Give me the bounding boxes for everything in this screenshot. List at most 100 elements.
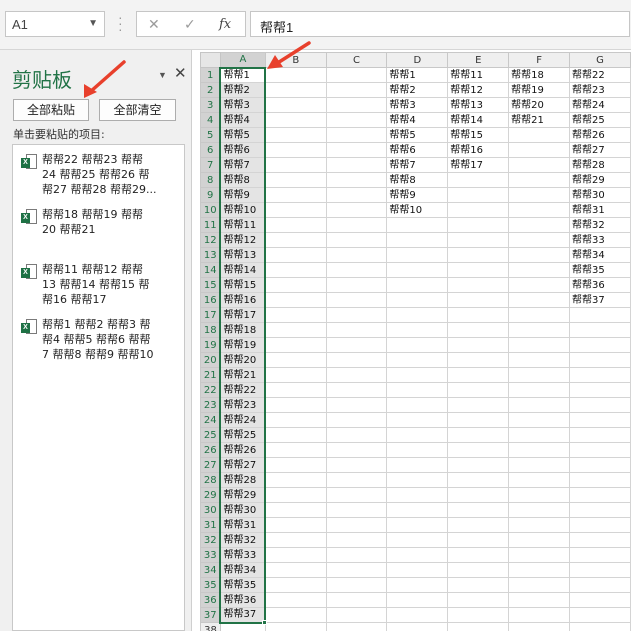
cell-d10[interactable]: 帮帮10 — [386, 202, 449, 218]
cell-c11[interactable] — [325, 217, 388, 233]
cell-g19[interactable] — [569, 337, 631, 353]
row-header[interactable]: 29 — [200, 487, 221, 503]
column-header-g[interactable]: G — [569, 52, 631, 68]
cell-b38[interactable] — [264, 622, 327, 631]
cell-a6[interactable]: 帮帮6 — [219, 142, 267, 158]
cell-g12[interactable]: 帮帮33 — [569, 232, 631, 248]
cell-e16[interactable] — [447, 292, 510, 308]
cell-b26[interactable] — [264, 442, 327, 458]
cell-b27[interactable] — [264, 457, 327, 473]
cell-a15[interactable]: 帮帮15 — [219, 277, 267, 293]
cell-c29[interactable] — [325, 487, 388, 503]
cell-g20[interactable] — [569, 352, 631, 368]
row-header[interactable]: 28 — [200, 472, 221, 488]
cell-f3[interactable]: 帮帮20 — [508, 97, 571, 113]
cell-d11[interactable] — [386, 217, 449, 233]
cell-f6[interactable] — [508, 142, 571, 158]
cell-f30[interactable] — [508, 502, 571, 518]
clear-all-button[interactable]: 全部清空 — [99, 99, 176, 121]
cell-g1[interactable]: 帮帮22 — [569, 67, 631, 83]
cell-a20[interactable]: 帮帮20 — [219, 352, 267, 368]
cell-c17[interactable] — [325, 307, 388, 323]
cell-a17[interactable]: 帮帮17 — [219, 307, 267, 323]
cell-g11[interactable]: 帮帮32 — [569, 217, 631, 233]
cell-c12[interactable] — [325, 232, 388, 248]
cell-d29[interactable] — [386, 487, 449, 503]
cell-g7[interactable]: 帮帮28 — [569, 157, 631, 173]
cell-f23[interactable] — [508, 397, 571, 413]
cell-c35[interactable] — [325, 577, 388, 593]
cell-g30[interactable] — [569, 502, 631, 518]
row-header[interactable]: 13 — [200, 247, 221, 263]
cell-b30[interactable] — [264, 502, 327, 518]
cell-d33[interactable] — [386, 547, 449, 563]
cell-a25[interactable]: 帮帮25 — [219, 427, 267, 443]
cell-a21[interactable]: 帮帮21 — [219, 367, 267, 383]
row-header[interactable]: 1 — [200, 67, 221, 83]
cell-e20[interactable] — [447, 352, 510, 368]
dropdown-triangle-icon[interactable]: ▼ — [158, 70, 167, 80]
cell-g36[interactable] — [569, 592, 631, 608]
cell-f15[interactable] — [508, 277, 571, 293]
cell-f19[interactable] — [508, 337, 571, 353]
cell-c22[interactable] — [325, 382, 388, 398]
row-header[interactable]: 36 — [200, 592, 221, 608]
close-icon[interactable]: ✕ — [174, 64, 187, 82]
cell-c28[interactable] — [325, 472, 388, 488]
row-header[interactable]: 19 — [200, 337, 221, 353]
row-header[interactable]: 25 — [200, 427, 221, 443]
cell-b33[interactable] — [264, 547, 327, 563]
cell-g10[interactable]: 帮帮31 — [569, 202, 631, 218]
cell-b7[interactable] — [264, 157, 327, 173]
cell-c16[interactable] — [325, 292, 388, 308]
cell-c10[interactable] — [325, 202, 388, 218]
cell-d37[interactable] — [386, 607, 449, 623]
cell-c30[interactable] — [325, 502, 388, 518]
cell-f28[interactable] — [508, 472, 571, 488]
cell-g38[interactable] — [569, 622, 631, 631]
cell-a7[interactable]: 帮帮7 — [219, 157, 267, 173]
cell-d28[interactable] — [386, 472, 449, 488]
cell-d38[interactable] — [386, 622, 449, 631]
cell-d9[interactable]: 帮帮9 — [386, 187, 449, 203]
cell-d14[interactable] — [386, 262, 449, 278]
cell-a29[interactable]: 帮帮29 — [219, 487, 267, 503]
cell-a1[interactable]: 帮帮1 — [219, 66, 267, 83]
insert-function-button[interactable]: fx — [219, 17, 231, 32]
cell-f36[interactable] — [508, 592, 571, 608]
cell-f22[interactable] — [508, 382, 571, 398]
cell-f25[interactable] — [508, 427, 571, 443]
cell-a24[interactable]: 帮帮24 — [219, 412, 267, 428]
cell-e6[interactable]: 帮帮16 — [447, 142, 510, 158]
cell-f9[interactable] — [508, 187, 571, 203]
row-header[interactable]: 21 — [200, 367, 221, 383]
cell-f31[interactable] — [508, 517, 571, 533]
cell-f10[interactable] — [508, 202, 571, 218]
row-header[interactable]: 15 — [200, 277, 221, 293]
row-header[interactable]: 5 — [200, 127, 221, 143]
cell-d12[interactable] — [386, 232, 449, 248]
cell-g23[interactable] — [569, 397, 631, 413]
cell-g8[interactable]: 帮帮29 — [569, 172, 631, 188]
column-header-a[interactable]: A — [219, 52, 266, 69]
cell-b28[interactable] — [264, 472, 327, 488]
cell-g37[interactable] — [569, 607, 631, 623]
select-all-corner[interactable] — [200, 52, 221, 68]
cell-d19[interactable] — [386, 337, 449, 353]
cell-a33[interactable]: 帮帮33 — [219, 547, 267, 563]
cell-e27[interactable] — [447, 457, 510, 473]
cell-a34[interactable]: 帮帮34 — [219, 562, 267, 578]
cell-b18[interactable] — [264, 322, 327, 338]
cell-b37[interactable] — [264, 607, 327, 623]
cell-b9[interactable] — [264, 187, 327, 203]
row-header[interactable]: 35 — [200, 577, 221, 593]
cell-e31[interactable] — [447, 517, 510, 533]
cell-g29[interactable] — [569, 487, 631, 503]
cell-e3[interactable]: 帮帮13 — [447, 97, 510, 113]
cell-b3[interactable] — [264, 97, 327, 113]
row-header[interactable]: 20 — [200, 352, 221, 368]
cell-d24[interactable] — [386, 412, 449, 428]
cell-d18[interactable] — [386, 322, 449, 338]
cell-g14[interactable]: 帮帮35 — [569, 262, 631, 278]
cell-g3[interactable]: 帮帮24 — [569, 97, 631, 113]
